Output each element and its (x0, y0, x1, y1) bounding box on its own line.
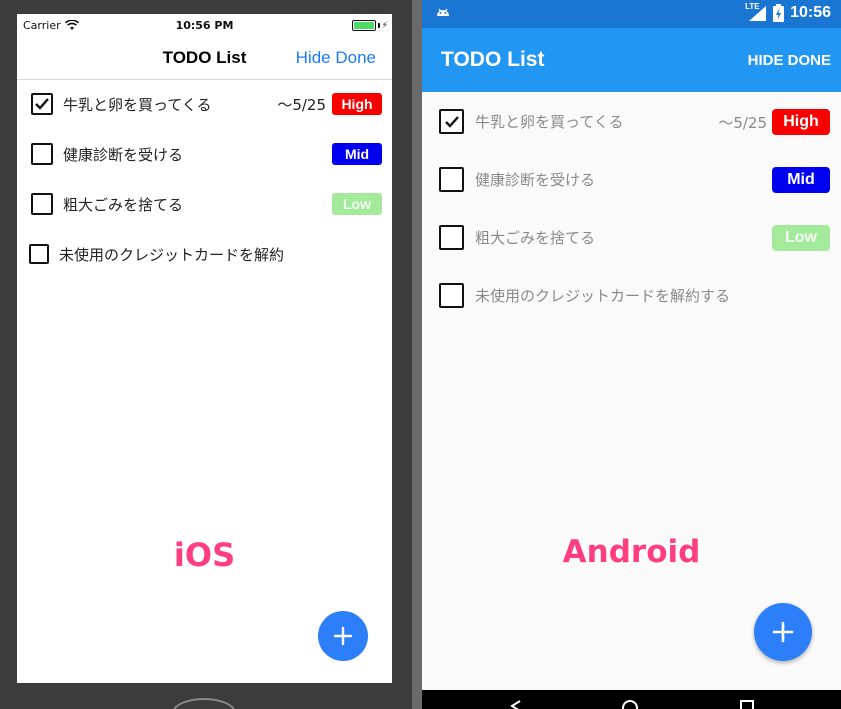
priority-badge: Mid (772, 167, 830, 193)
priority-badge: High (332, 93, 382, 115)
android-status-bar: LTE 10:56 (422, 0, 841, 28)
todo-row[interactable]: 粗大ごみを捨てる Low (17, 180, 392, 230)
todo-label: 健康診断を受ける (475, 171, 596, 189)
page-title: TODO List (441, 48, 545, 71)
ios-navigation-bar: TODO List Hide Done (17, 38, 392, 80)
plus-icon (333, 626, 353, 646)
platform-caption: Android (562, 534, 701, 570)
todo-row[interactable]: 未使用のクレジットカードを解約する (422, 266, 841, 324)
todo-row[interactable]: 牛乳と卵を買ってくる 〜5/25 High (422, 92, 841, 150)
battery-icon (351, 20, 376, 31)
todo-list: 牛乳と卵を買ってくる 〜5/25 High 健康診断を受ける Mid 粗大ごみを… (17, 80, 392, 280)
todo-checkbox[interactable] (439, 225, 464, 250)
checkmark-icon (35, 98, 49, 110)
todo-checkbox[interactable] (439, 167, 464, 192)
todo-label: 健康診断を受ける (63, 146, 184, 164)
todo-label: 粗大ごみを捨てる (63, 196, 184, 214)
todo-row[interactable]: 未使用のクレジットカードを解約 (17, 230, 392, 280)
due-date: 〜5/25 (277, 96, 326, 114)
checkmark-icon (444, 115, 459, 128)
lte-signal-icon: LTE (745, 2, 767, 22)
charging-icon: ⚡ (381, 20, 388, 31)
back-icon[interactable] (510, 700, 522, 709)
priority-badge: Low (332, 193, 382, 215)
todo-checkbox[interactable] (31, 193, 53, 215)
todo-label: 未使用のクレジットカードを解約する (475, 287, 731, 305)
priority-badge: Low (772, 225, 830, 251)
due-date: 〜5/25 (718, 114, 767, 132)
todo-checkbox[interactable] (31, 93, 53, 115)
platform-caption: iOS (173, 536, 236, 574)
ios-screen: Carrier 10:56 PM ⚡ TODO List Hide Done 牛… (17, 14, 392, 683)
priority-badge: High (772, 109, 830, 135)
battery-charging-icon (773, 4, 785, 22)
todo-row[interactable]: 健康診断を受ける Mid (422, 150, 841, 208)
todo-checkbox[interactable] (29, 244, 49, 264)
status-time: 10:56 (790, 4, 831, 21)
status-time: 10:56 PM (175, 19, 234, 32)
ios-device-frame: Carrier 10:56 PM ⚡ TODO List Hide Done 牛… (0, 0, 412, 709)
android-navigation-bar (422, 690, 841, 709)
todo-checkbox[interactable] (439, 283, 464, 308)
screen-divider (412, 0, 422, 709)
android-robot-icon (437, 8, 449, 16)
android-app-bar: TODO List HIDE DONE (422, 28, 841, 92)
todo-label: 牛乳と卵を買ってくる (475, 113, 624, 131)
hide-done-button[interactable]: Hide Done (296, 48, 376, 68)
battery-indicator: ⚡ (351, 20, 388, 31)
todo-label: 未使用のクレジットカードを解約 (59, 246, 285, 264)
priority-badge: Mid (332, 143, 382, 165)
todo-checkbox[interactable] (439, 109, 464, 134)
add-todo-button[interactable] (754, 603, 812, 661)
todo-checkbox[interactable] (31, 143, 53, 165)
todo-row[interactable]: 健康診断を受ける Mid (17, 130, 392, 180)
ios-status-bar: Carrier 10:56 PM ⚡ (17, 14, 392, 38)
todo-label: 牛乳と卵を買ってくる (63, 96, 212, 114)
home-button[interactable] (172, 698, 236, 709)
home-icon[interactable] (622, 700, 638, 709)
todo-row[interactable]: 牛乳と卵を買ってくる 〜5/25 High (17, 80, 392, 130)
add-todo-button[interactable] (318, 611, 368, 661)
todo-list: 牛乳と卵を買ってくる 〜5/25 High 健康診断を受ける Mid 粗大ごみを… (422, 92, 841, 324)
plus-icon (772, 621, 794, 643)
todo-label: 粗大ごみを捨てる (475, 229, 596, 247)
recents-icon[interactable] (740, 700, 754, 709)
hide-done-button[interactable]: HIDE DONE (748, 52, 831, 69)
android-screen: LTE 10:56 TODO List HIDE DONE 牛乳と卵を買ってくる… (422, 0, 841, 709)
todo-row[interactable]: 粗大ごみを捨てる Low (422, 208, 841, 266)
